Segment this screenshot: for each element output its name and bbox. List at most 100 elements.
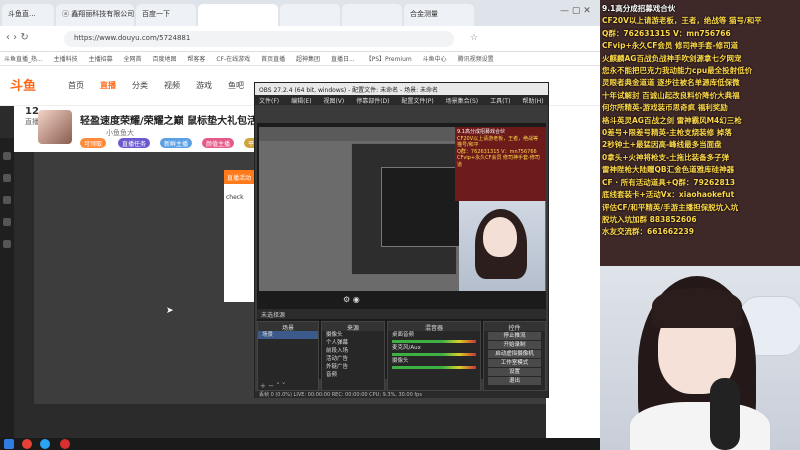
browser-tab[interactable] bbox=[280, 4, 340, 26]
preview-lock-icons[interactable]: ⚙ ◉ bbox=[343, 295, 360, 304]
bookmark-star-icon[interactable]: ☆ bbox=[470, 33, 478, 43]
stream-badge[interactable]: 直播任务 bbox=[118, 138, 151, 148]
browser-icon[interactable] bbox=[40, 439, 50, 449]
start-recording-button[interactable]: 开始录制 bbox=[488, 341, 541, 349]
source-item[interactable]: 摄像头 bbox=[322, 331, 384, 339]
streamer-name[interactable]: 小鱼鱼大 bbox=[106, 128, 134, 138]
sidebar-icon[interactable] bbox=[3, 196, 11, 204]
overlay-line: 火麒麟AG百战负战神手吹剑源拿七夕网宠 bbox=[602, 53, 742, 63]
menu-item[interactable]: 场景集合(S) bbox=[446, 98, 479, 105]
stream-badge[interactable]: 新鲜主播 bbox=[160, 138, 193, 148]
bookmark-item[interactable]: 首页直播 bbox=[261, 56, 285, 63]
obs-status-bar: 丢帧 0 (0.0%) LIVE: 00:00:00 REC: 00:00:00… bbox=[255, 391, 548, 398]
scene-toolbar[interactable]: + − ˄ ˅ bbox=[260, 382, 285, 390]
site-logo[interactable]: 斗鱼 bbox=[10, 75, 48, 95]
bookmark-item[interactable]: 腾讯视频设置 bbox=[458, 56, 494, 63]
nav-link[interactable]: 分类 bbox=[132, 80, 148, 91]
nav-link[interactable]: 鱼吧 bbox=[228, 80, 244, 91]
bookmark-item[interactable]: 斗鱼中心 bbox=[423, 56, 447, 63]
nav-link[interactable]: 首页 bbox=[68, 80, 84, 91]
exit-button[interactable]: 退出 bbox=[488, 377, 541, 385]
source-item[interactable]: 活动广告 bbox=[322, 355, 384, 363]
scene-item[interactable]: 场景 bbox=[258, 331, 318, 339]
nested-face bbox=[483, 217, 517, 257]
audio-mixer-dock: 混音器 桌面音频 麦克风/Aux 摄像头 bbox=[387, 321, 481, 391]
sidebar-icon[interactable] bbox=[3, 218, 11, 226]
taskbar bbox=[0, 438, 600, 450]
nested-overlay: 9.1高分成招募戏合伙 CF20V以上请游老板，王者，绝战等 猫号/和平 Q群：… bbox=[455, 127, 546, 201]
browser-tab[interactable]: ⓐ 鑫翔丽科技有限公司 bbox=[56, 4, 134, 26]
nav-back-forward-icon[interactable]: ‹ › ↻ bbox=[6, 32, 29, 43]
overlay-line: 2秒钟土+最猛因高-峰线最多当面盘 bbox=[602, 140, 722, 150]
stream-badge[interactable]: 颜值主播 bbox=[202, 138, 235, 148]
bookmark-item[interactable]: 【PS】Premium bbox=[366, 56, 412, 63]
sidebar-icon[interactable] bbox=[3, 152, 11, 160]
menu-item[interactable]: 工具(T) bbox=[490, 98, 510, 105]
bookmark-item[interactable]: 超神集团 bbox=[296, 56, 320, 63]
dock-title: 混音器 bbox=[388, 322, 480, 332]
browser-tab[interactable]: 合金测量 bbox=[404, 4, 474, 26]
menu-item[interactable]: 编辑(E) bbox=[291, 98, 311, 105]
browser-tab-active[interactable] bbox=[198, 4, 278, 26]
overlay-line: 脱坑入坑加群 883852606 bbox=[602, 214, 697, 224]
url-field[interactable]: https://www.douyu.com/5724881 bbox=[64, 31, 454, 47]
overlay-line: 底线套装卡+活动Vx：xiaohaokefut bbox=[602, 190, 735, 200]
nav-link[interactable]: 视频 bbox=[164, 80, 180, 91]
browser-tab[interactable]: 斗鱼直... bbox=[2, 4, 54, 26]
overlay-line: 水友交流群：661662239 bbox=[602, 227, 694, 237]
browser-tab[interactable] bbox=[342, 4, 402, 26]
source-item[interactable]: 个人弹幕 bbox=[322, 339, 384, 347]
source-item[interactable]: 音频 bbox=[322, 371, 384, 379]
menu-item[interactable]: 配置文件(P) bbox=[401, 98, 433, 105]
bookmark-item[interactable]: CF-在线游戏 bbox=[216, 56, 250, 63]
nested-webcam bbox=[459, 201, 545, 291]
settings-button[interactable]: 设置 bbox=[488, 368, 541, 376]
mixer-channel: 桌面音频 bbox=[392, 332, 415, 338]
bookmark-item[interactable]: 直播日... bbox=[331, 56, 355, 63]
bookmark-item[interactable]: 主播科技 bbox=[54, 56, 78, 63]
menu-item[interactable]: 文件(F) bbox=[259, 98, 279, 105]
overlay-line: CF · 所有活动道具+Q群：79262813 bbox=[602, 177, 736, 187]
menu-item[interactable]: 帮助(H) bbox=[522, 98, 543, 105]
nav-link[interactable]: 游戏 bbox=[196, 80, 212, 91]
overlay-line: CFvip+永久CF会员 修司神手套-修司道 bbox=[602, 41, 739, 51]
overlay-line: 0拿头+火神将枪支-土拖比装备多子弹 bbox=[602, 152, 730, 162]
source-item[interactable]: 前段入场 bbox=[322, 347, 384, 355]
overlay-line: 0差号+限差号精英-主枪支烧装修 掉落 bbox=[602, 128, 732, 138]
virtual-camera-button[interactable]: 启动虚拟摄像机 bbox=[488, 350, 541, 358]
bookmark-item[interactable]: 主播招募 bbox=[89, 56, 113, 63]
mouse-cursor-icon: ➤ bbox=[166, 306, 174, 316]
dock-title: 场景 bbox=[258, 322, 318, 332]
chrome-icon[interactable] bbox=[22, 439, 32, 449]
stream-badge[interactable]: 可领取 bbox=[80, 138, 107, 148]
overlay-line: 雷神陛枪大陆赠QB汇金色道雅库硅神器 bbox=[602, 165, 735, 175]
address-bar-row: ‹ › ↻ https://www.douyu.com/5724881 ☆ bbox=[0, 26, 600, 52]
bookmark-item[interactable]: 帮客客 bbox=[187, 56, 205, 63]
menu-item[interactable]: 停靠部件(D) bbox=[356, 98, 389, 105]
browser-tab[interactable]: 百度一下 bbox=[136, 4, 196, 26]
stop-stream-button[interactable]: 停止推流 bbox=[488, 332, 541, 340]
sidebar-icon[interactable] bbox=[3, 174, 11, 182]
bookmark-item[interactable]: 全网首 bbox=[124, 56, 142, 63]
webcam-shirt bbox=[630, 402, 770, 450]
nav-link-active[interactable]: 直播 bbox=[100, 80, 116, 91]
overlay-line: CF20V以上请游老板，王者，绝战等 猫号/和平 bbox=[602, 16, 762, 26]
obs-menu-bar: 文件(F) 编辑(E) 视图(V) 停靠部件(D) 配置文件(P) 场景集合(S… bbox=[255, 95, 548, 105]
webcam-bangs bbox=[652, 288, 742, 328]
streamer-avatar[interactable] bbox=[38, 110, 72, 144]
volume-meter bbox=[392, 340, 476, 343]
menu-item[interactable]: 视图(V) bbox=[323, 98, 344, 105]
nested-overlay-line: CFvip+永久CF会员 修司神手套-修司道 bbox=[457, 155, 540, 168]
mixer-channel: 麦克风/Aux bbox=[392, 345, 421, 351]
overlay-line: 评估CF/和平精英/手游主播担保脱坑入坑 bbox=[602, 202, 739, 212]
sources-dock: 来源 摄像头 个人弹幕 前段入场 活动广告 外链广告 音频 bbox=[321, 321, 385, 391]
windows-start-icon[interactable] bbox=[4, 439, 14, 449]
microphone-icon bbox=[710, 378, 740, 450]
app-icon[interactable] bbox=[60, 439, 70, 449]
window-controls[interactable]: — ▢ ✕ bbox=[560, 6, 596, 16]
bookmark-item[interactable]: 百度地图 bbox=[152, 56, 176, 63]
studio-mode-button[interactable]: 工作室模式 bbox=[488, 359, 541, 367]
sidebar-icon[interactable] bbox=[3, 240, 11, 248]
source-item[interactable]: 外链广告 bbox=[322, 363, 384, 371]
bookmark-item[interactable]: 斗鱼直播_热... bbox=[4, 56, 43, 63]
